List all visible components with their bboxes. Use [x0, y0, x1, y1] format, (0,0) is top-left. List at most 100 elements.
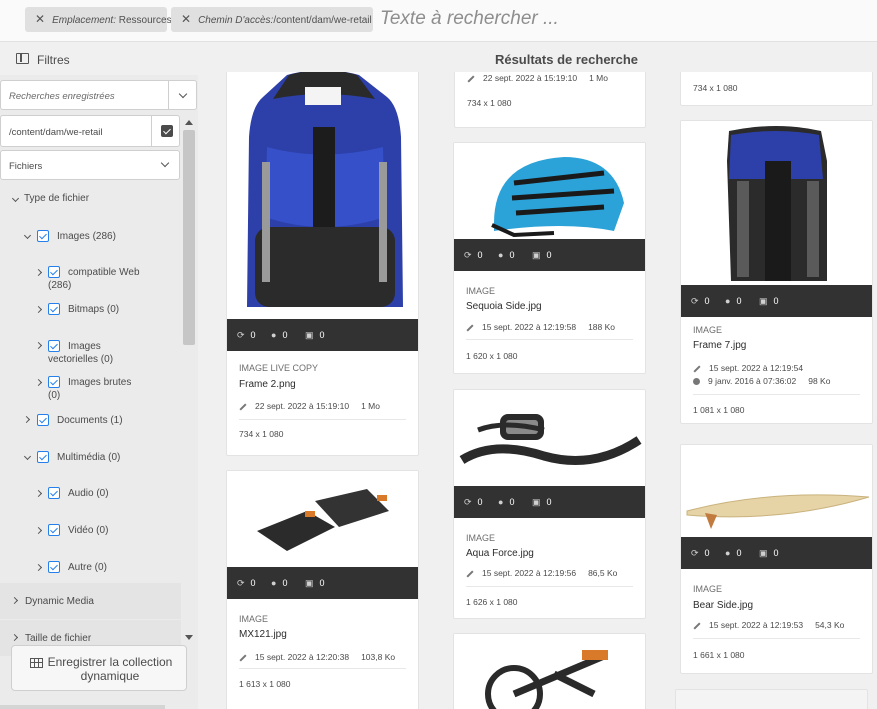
rail-bottom-edge: [0, 705, 165, 709]
stat-users: ● 0: [725, 296, 741, 306]
path-checkbox[interactable]: [151, 116, 180, 146]
expand-arrow-icon[interactable]: [34, 305, 43, 314]
expand-arrow-icon[interactable]: [34, 489, 43, 498]
divider: [168, 81, 169, 109]
checkbox-multimedia[interactable]: [37, 451, 49, 463]
asset-card[interactable]: ⟳ 0 ● 0 ▣ 0 IMAGE Bear Side.jpg 15 sept. 20…: [680, 444, 873, 674]
sidebar-toggle-icon[interactable]: [16, 53, 29, 64]
asset-name[interactable]: Bear Side.jpg: [693, 600, 753, 611]
asset-thumbnail[interactable]: [227, 72, 418, 319]
pencil-icon: [693, 365, 701, 373]
asset-card[interactable]: 734 x 1 080: [680, 72, 873, 106]
tree-item-web-compatible[interactable]: compatible Web: [68, 267, 140, 279]
comment-icon: ▣: [532, 250, 541, 260]
asset-type: IMAGE LIVE COPY: [239, 363, 319, 373]
asset-name[interactable]: MX121.jpg: [239, 629, 287, 640]
checkbox-vector[interactable]: [48, 340, 60, 352]
chevron-down-icon[interactable]: [160, 158, 170, 168]
asset-name[interactable]: Frame 7.jpg: [693, 340, 746, 351]
expand-arrow-icon[interactable]: [22, 415, 31, 424]
asset-card[interactable]: [675, 689, 868, 709]
tree-item-other[interactable]: Autre (0): [68, 562, 107, 574]
asset-name[interactable]: Frame 2.png: [239, 379, 296, 390]
asset-type: IMAGE: [466, 286, 496, 296]
collapse-arrow-icon[interactable]: [23, 231, 32, 240]
file-size: 1 Mo: [361, 401, 380, 411]
pencil-icon: [239, 403, 247, 411]
assets-search-app: ✕ Emplacement: Ressources ✕ Chemin D'accès…: [0, 0, 877, 709]
collapse-arrow-icon[interactable]: [11, 194, 20, 203]
tree-item-documents[interactable]: Documents (1): [57, 415, 123, 427]
tag-value: /content/dam/we-retail: [273, 15, 372, 26]
asset-card[interactable]: ⟳ 0 ● 0 ▣ 0 IMAGE LIVE COPY Frame 2.png 22 …: [226, 72, 419, 456]
asset-thumbnail[interactable]: [227, 471, 418, 567]
checkbox-web-compatible[interactable]: [48, 266, 60, 278]
expand-arrow-icon[interactable]: [10, 596, 19, 605]
asset-stats-bar: ⟳ 0 ● 0 ▣ 0: [454, 486, 645, 518]
tree-item-vector[interactable]: Images: [68, 341, 101, 353]
expand-arrow-icon[interactable]: [34, 341, 43, 350]
checkbox-documents[interactable]: [37, 414, 49, 426]
chevron-down-icon[interactable]: [178, 89, 188, 99]
stat-value: 0: [773, 548, 779, 558]
asset-thumbnail[interactable]: [681, 121, 872, 285]
stat-value: 0: [282, 578, 288, 588]
asset-thumbnail[interactable]: [454, 634, 645, 709]
collection-icon: [30, 658, 43, 668]
asset-name[interactable]: Sequoia Side.jpg: [466, 301, 542, 312]
tree-item-multimedia[interactable]: Multimédia (0): [57, 452, 120, 464]
tree-item-bitmaps[interactable]: Bitmaps (0): [68, 304, 119, 316]
checkbox-other[interactable]: [48, 561, 60, 573]
asset-card[interactable]: 22 sept. 2022 à 15:19:10 1 Mo 734 x 1 080: [454, 72, 646, 128]
pencil-icon: [467, 75, 475, 83]
save-smart-collection-button[interactable]: Enregistrer la collection dynamique: [11, 645, 187, 691]
stat-value: 0: [736, 296, 742, 306]
remove-tag-icon[interactable]: ✕: [181, 12, 191, 26]
asset-card[interactable]: ⟳ 0 ● 0 ▣ 0 IMAGE Aqua Force.jpg 15 sept. 2…: [453, 389, 646, 619]
saved-searches-select[interactable]: Recherches enregistrées: [0, 80, 197, 110]
expand-arrow-icon[interactable]: [34, 378, 43, 387]
checkbox-bitmaps[interactable]: [48, 303, 60, 315]
files-select[interactable]: Fichiers: [0, 150, 180, 180]
expand-arrow-icon[interactable]: [34, 563, 43, 572]
asset-card[interactable]: ⟳ 0 ● 0 ▣ 0 IMAGE Sequoia Side.jpg 15 sept.…: [453, 142, 646, 374]
asset-modified: 15 sept. 2022 à 12:19:54: [693, 363, 803, 373]
sync-icon: ⟳: [691, 296, 699, 306]
modified-date: 15 sept. 2022 à 12:19:56: [482, 568, 577, 578]
rail-scrollbar-thumb[interactable]: [183, 130, 195, 345]
asset-modified: 15 sept. 2022 à 12:19:53 54,3 Ko: [693, 620, 844, 630]
checkbox-images[interactable]: [37, 230, 49, 242]
section-dynamic-media[interactable]: Dynamic Media: [0, 583, 181, 619]
file-size: 86,5 Ko: [588, 568, 618, 578]
users-icon: ●: [498, 497, 504, 507]
tree-item-file-type[interactable]: Type de fichier: [24, 193, 89, 205]
path-field[interactable]: /content/dam/we-retail: [0, 115, 180, 147]
scroll-down-arrow-icon[interactable]: [185, 635, 193, 640]
tree-item-video[interactable]: Vidéo (0): [68, 525, 108, 537]
asset-thumbnail[interactable]: [681, 445, 872, 537]
collapse-arrow-icon[interactable]: [23, 452, 32, 461]
scroll-up-arrow-icon[interactable]: [185, 120, 193, 125]
asset-name[interactable]: Aqua Force.jpg: [466, 548, 534, 559]
tree-item-raw[interactable]: Images brutes: [68, 377, 131, 389]
search-input[interactable]: Texte à rechercher ...: [380, 8, 559, 30]
tree-item-images[interactable]: Images (286): [57, 231, 116, 243]
checkbox-video[interactable]: [48, 524, 60, 536]
helmet-image: [491, 157, 624, 238]
asset-card[interactable]: [453, 633, 646, 709]
expand-arrow-icon[interactable]: [10, 633, 19, 642]
checkbox-audio[interactable]: [48, 487, 60, 499]
asset-card[interactable]: ⟳ 0 ● 0 ▣ 0 IMAGE Frame 7.jpg 15 sept. 2022…: [680, 120, 873, 424]
results-grid: ⟳ 0 ● 0 ▣ 0 IMAGE LIVE COPY Frame 2.png 22 …: [203, 72, 877, 709]
stat-users: ● 0: [725, 548, 741, 558]
asset-thumbnail[interactable]: [454, 143, 645, 239]
expand-arrow-icon[interactable]: [34, 268, 43, 277]
tree-item-audio[interactable]: Audio (0): [68, 488, 109, 500]
asset-card[interactable]: ⟳ 0 ● 0 ▣ 0 IMAGE MX121.jpg 15 sept. 2022 à…: [226, 470, 419, 709]
expand-arrow-icon[interactable]: [34, 526, 43, 535]
filter-tag-location[interactable]: ✕ Emplacement: Ressources: [25, 7, 172, 32]
filter-tag-path[interactable]: ✕ Chemin D'accès:/content/dam/we-retail: [171, 7, 373, 32]
checkbox-raw[interactable]: [48, 376, 60, 388]
remove-tag-icon[interactable]: ✕: [35, 12, 45, 26]
asset-thumbnail[interactable]: [454, 390, 645, 486]
